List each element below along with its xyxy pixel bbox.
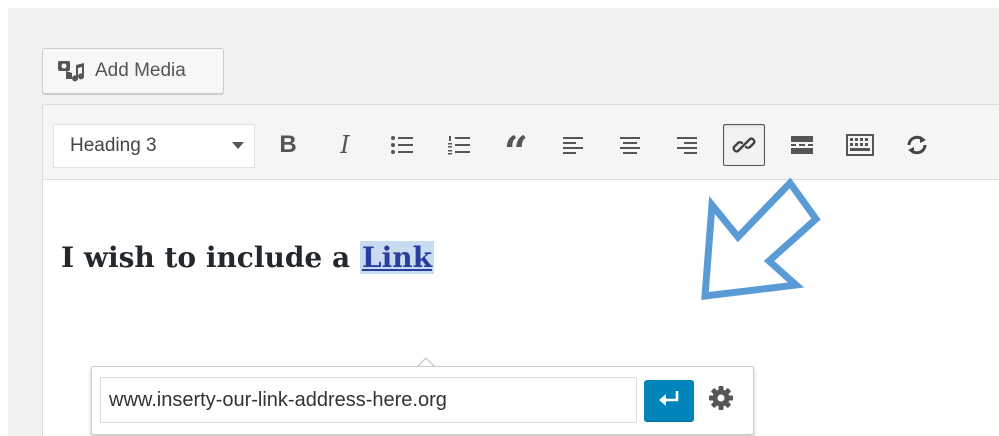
align-left-icon [562, 135, 584, 155]
apply-link-button[interactable] [644, 380, 694, 421]
bullet-list-button[interactable] [381, 124, 423, 166]
link-popover [91, 366, 754, 435]
keyboard-icon [846, 134, 874, 156]
numbered-list-icon [447, 134, 471, 156]
italic-button[interactable]: I [324, 124, 366, 166]
align-center-button[interactable] [609, 124, 651, 166]
italic-icon: I [340, 131, 350, 159]
link-settings-button[interactable] [704, 383, 738, 417]
bullet-list-icon [390, 134, 414, 156]
blockquote-button[interactable]: “ [495, 124, 537, 177]
add-media-label: Add Media [95, 60, 186, 81]
align-center-icon [619, 135, 641, 155]
insert-link-button[interactable] [723, 124, 765, 166]
enter-icon [657, 389, 681, 412]
align-left-button[interactable] [552, 124, 594, 166]
read-more-button[interactable] [781, 124, 823, 166]
format-select-value: Heading 3 [70, 135, 157, 156]
link-icon [732, 133, 756, 157]
editor-content[interactable]: I wish to include a Link [43, 181, 999, 436]
bold-icon: B [279, 131, 297, 158]
content-heading: I wish to include a Link [61, 241, 434, 274]
refresh-icon [905, 133, 929, 157]
editor-toolbar: Heading 3 B I “ [43, 105, 999, 180]
add-media-button[interactable]: Add Media [42, 48, 224, 94]
url-input[interactable] [100, 377, 637, 423]
toolbar-toggle-button[interactable] [839, 124, 881, 166]
refresh-button[interactable] [896, 124, 938, 166]
blockquote-icon: “ [503, 127, 529, 177]
read-more-icon [790, 135, 814, 155]
editor: Heading 3 B I “ I wish to include a Link… [42, 104, 999, 436]
media-icon [57, 59, 87, 83]
align-right-icon [676, 135, 698, 155]
selected-link-text[interactable]: Link [359, 241, 434, 274]
format-select[interactable]: Heading 3 [53, 124, 255, 168]
numbered-list-button[interactable] [438, 124, 480, 166]
align-right-button[interactable] [666, 124, 708, 166]
heading-text: I wish to include a [61, 241, 360, 274]
gear-icon [708, 385, 734, 416]
chevron-down-icon [232, 142, 244, 149]
bold-button[interactable]: B [267, 124, 309, 166]
